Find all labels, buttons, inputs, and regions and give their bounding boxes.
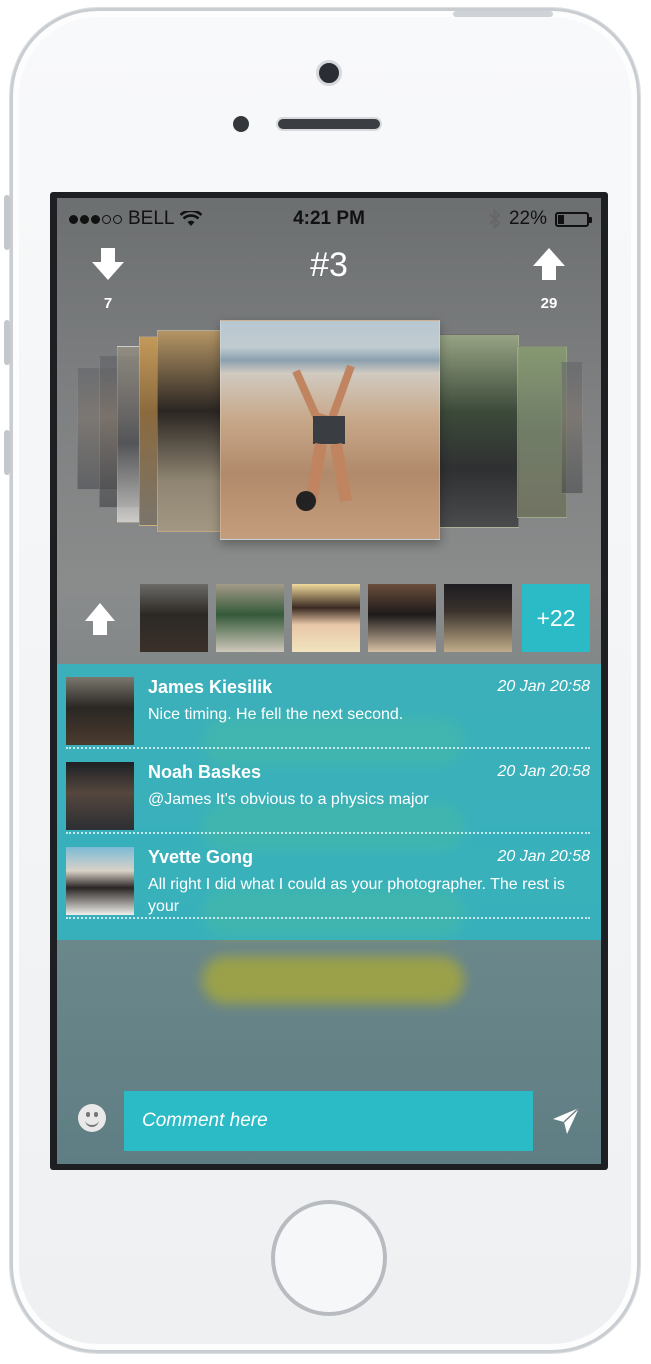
front-camera: [316, 60, 342, 86]
participant-avatar[interactable]: [216, 584, 284, 652]
comment-text: @James It's obvious to a physics major: [148, 791, 429, 808]
home-button[interactable]: [271, 1200, 387, 1316]
comment-text: Nice timing. He fell the next second.: [148, 706, 404, 723]
comments-list: James Kiesilik 20 Jan 20:58 Nice timing.…: [57, 664, 601, 940]
avatar[interactable]: [66, 677, 134, 745]
comment-item[interactable]: Noah Baskes 20 Jan 20:58 @James It's obv…: [57, 749, 601, 834]
carousel-photo[interactable]: [439, 334, 519, 528]
comment-item[interactable]: Yvette Gong 20 Jan 20:58 All right I did…: [57, 834, 601, 919]
send-icon[interactable]: [551, 1106, 581, 1136]
battery-info: 22%: [489, 208, 592, 230]
volume-down-button: [4, 430, 10, 475]
app-screen: BELL 4:21 PM 22% 7 #3 29 +22 James Kiesi…: [57, 198, 601, 1164]
comment-input[interactable]: [124, 1091, 533, 1151]
up-count: 29: [540, 295, 558, 312]
arrow-up-icon: [533, 248, 565, 280]
comment-composer: [57, 1076, 601, 1164]
proximity-sensor: [233, 116, 249, 132]
avatar[interactable]: [66, 762, 134, 830]
earpiece-speaker: [276, 117, 382, 131]
battery-percent: 22%: [508, 208, 547, 229]
carousel-photo-active[interactable]: [220, 320, 440, 540]
comment-author[interactable]: Noah Baskes: [148, 762, 261, 783]
participant-avatar[interactable]: [368, 584, 436, 652]
more-participants-button[interactable]: +22: [522, 584, 590, 652]
power-button: [453, 11, 553, 17]
bluetooth-icon: [489, 209, 501, 229]
carousel-photo[interactable]: [561, 362, 583, 494]
comment-author[interactable]: James Kiesilik: [148, 677, 272, 698]
participants-up-button[interactable]: [83, 601, 117, 637]
page-title: #3: [310, 246, 348, 284]
comment-author[interactable]: Yvette Gong: [148, 847, 253, 868]
photo-carousel[interactable]: [77, 316, 583, 566]
status-bar: BELL 4:21 PM 22%: [57, 198, 601, 240]
carousel-photo[interactable]: [157, 330, 224, 532]
blurred-background: [202, 956, 464, 1004]
carousel-photo[interactable]: [517, 346, 567, 518]
battery-icon: [555, 211, 592, 227]
comment-date: 20 Jan 20:58: [497, 848, 590, 865]
participant-avatar[interactable]: [140, 584, 208, 652]
smiley-icon[interactable]: [78, 1104, 106, 1132]
participant-avatar[interactable]: [292, 584, 360, 652]
arrow-up-icon: [85, 603, 115, 635]
comment-date: 20 Jan 20:58: [497, 763, 590, 780]
mute-switch: [4, 195, 10, 250]
comment-text: All right I did what I could as your pho…: [148, 876, 565, 915]
photo-content: [292, 364, 355, 511]
comment-item[interactable]: James Kiesilik 20 Jan 20:58 Nice timing.…: [57, 664, 601, 749]
divider: [66, 917, 590, 919]
participants-strip: +22: [57, 584, 601, 654]
volume-up-button: [4, 320, 10, 365]
participant-avatar[interactable]: [444, 584, 512, 652]
avatar[interactable]: [66, 847, 134, 915]
comment-date: 20 Jan 20:58: [497, 678, 590, 695]
down-count: 7: [103, 295, 113, 312]
vote-up-button[interactable]: [531, 246, 567, 282]
